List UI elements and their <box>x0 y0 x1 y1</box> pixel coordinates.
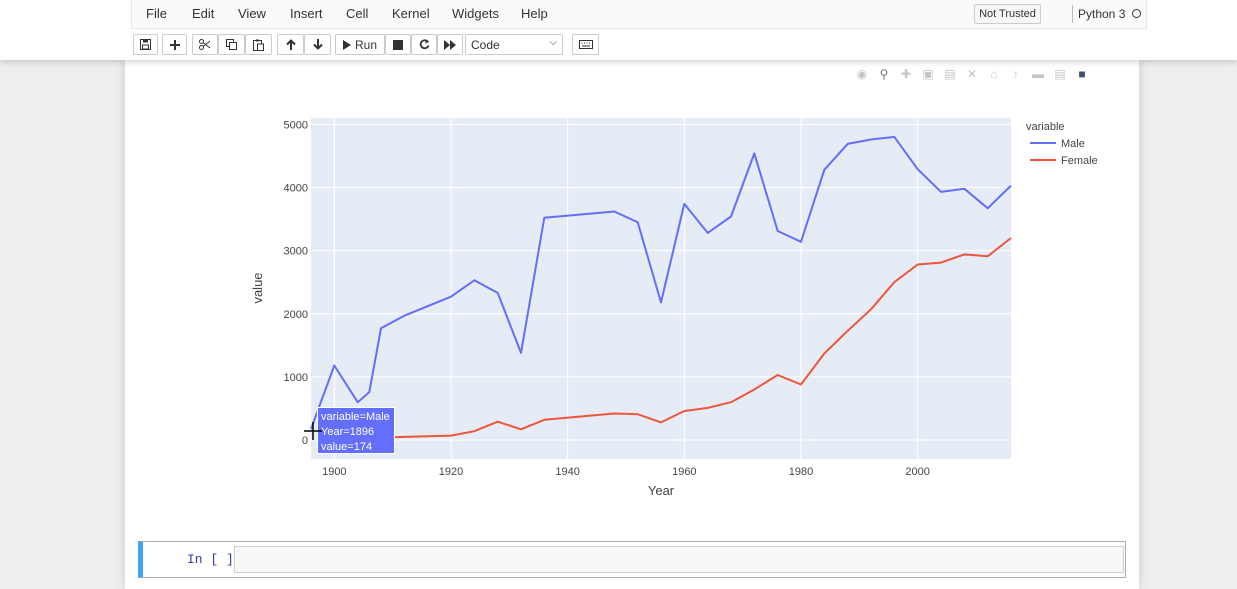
plot-area[interactable] <box>311 118 1011 459</box>
legend-title: variable <box>1026 121 1065 133</box>
hover-year: Year=1896 <box>321 426 375 438</box>
insert-cell-button[interactable] <box>162 34 187 55</box>
run-button[interactable]: Run <box>335 34 385 55</box>
hover-variable: variable=Male <box>321 411 390 423</box>
move-down-button[interactable] <box>304 34 331 55</box>
menu-view[interactable]: View <box>238 6 266 21</box>
x-tick-label: 1960 <box>672 466 696 478</box>
spike-lines-icon[interactable]: ↑ <box>1005 66 1027 82</box>
paste-icon <box>253 39 264 51</box>
fast-forward-icon <box>444 39 456 50</box>
menu-cell[interactable]: Cell <box>346 6 368 21</box>
y-tick-label: 1000 <box>284 372 308 384</box>
hover-compare-icon[interactable]: ▤ <box>1049 66 1071 82</box>
y-tick-labels: 010002000300040005000 <box>284 119 308 447</box>
reset-axes-icon[interactable]: ⌂ <box>983 66 1005 82</box>
menu-widgets[interactable]: Widgets <box>452 6 499 21</box>
menu-edit[interactable]: Edit <box>192 6 214 21</box>
plotly-logo-icon[interactable]: ■ <box>1071 66 1093 82</box>
cut-icon <box>199 39 211 50</box>
menu-kernel[interactable]: Kernel <box>392 6 430 21</box>
y-tick-label: 4000 <box>284 182 308 194</box>
cut-button[interactable] <box>192 34 218 55</box>
y-tick-label: 5000 <box>284 119 308 131</box>
x-tick-labels: 1900 1920 1940 1960 1980 2000 <box>322 466 930 478</box>
restart-button[interactable] <box>411 34 437 55</box>
run-icon <box>342 39 351 50</box>
menu-insert[interactable]: Insert <box>290 6 323 21</box>
legend-item-female[interactable]: Female <box>1030 155 1098 167</box>
menu-file[interactable]: File <box>146 6 167 21</box>
arrow-down-icon <box>312 39 323 50</box>
plot-modebar: ◉ ⚲ ✚ ▣ ▤ ✕ ⌂ ↑ ▬ ▤ ■ <box>851 66 1093 82</box>
kernel-idle-icon <box>1132 9 1141 18</box>
hover-closest-icon[interactable]: ▬ <box>1027 66 1049 82</box>
zoom-icon[interactable]: ⚲ <box>873 66 895 82</box>
paste-button[interactable] <box>245 34 272 55</box>
camera-icon[interactable]: ◉ <box>851 66 873 82</box>
arrow-up-icon <box>285 39 296 50</box>
restart-icon <box>419 39 429 50</box>
menu-help[interactable]: Help <box>521 6 548 21</box>
zoom-out-icon[interactable]: ▤ <box>939 66 961 82</box>
kernel-name: Python 3 <box>1078 7 1126 21</box>
hover-value: value=174 <box>321 441 373 453</box>
x-axis-title: Year <box>648 483 675 498</box>
x-tick-label: 1900 <box>322 466 346 478</box>
x-tick-label: 1920 <box>439 466 463 478</box>
menu-bar: File Edit View Insert Cell Kernel Widget… <box>131 0 1147 29</box>
code-input-area[interactable] <box>234 546 1124 573</box>
crosshair-cursor-icon <box>304 422 322 440</box>
kernel-separator <box>1072 5 1073 23</box>
x-tick-label: 1940 <box>555 466 579 478</box>
interrupt-button[interactable] <box>385 34 411 55</box>
x-tick-label: 1980 <box>789 466 813 478</box>
plus-icon <box>169 39 180 50</box>
run-label: Run <box>354 37 377 52</box>
pan-icon[interactable]: ✚ <box>895 66 917 82</box>
legend: variable Male Female <box>1026 121 1098 167</box>
y-axis-title: value <box>250 272 265 303</box>
run-all-button[interactable] <box>437 34 463 55</box>
command-palette-button[interactable] <box>572 34 599 55</box>
x-tick-label: 2000 <box>905 466 929 478</box>
cell-type-value: Code <box>471 38 500 52</box>
code-cell[interactable]: In [ ]: <box>138 541 1126 578</box>
y-tick-label: 3000 <box>284 246 308 258</box>
legend-label-male: Male <box>1061 138 1085 150</box>
copy-icon <box>226 39 237 50</box>
zoom-in-icon[interactable]: ▣ <box>917 66 939 82</box>
move-up-button[interactable] <box>277 34 304 55</box>
stop-icon <box>393 39 403 50</box>
save-button[interactable] <box>133 34 158 55</box>
copy-button[interactable] <box>218 34 245 55</box>
y-tick-label: 2000 <box>284 309 308 321</box>
autoscale-icon[interactable]: ✕ <box>961 66 983 82</box>
legend-label-female: Female <box>1061 155 1098 167</box>
legend-item-male[interactable]: Male <box>1030 138 1085 150</box>
chevron-down-icon: ⌵ <box>549 37 557 48</box>
notebook-header: File Edit View Insert Cell Kernel Widget… <box>0 0 1237 60</box>
not-trusted-button[interactable]: Not Trusted <box>974 4 1041 24</box>
cell-type-select[interactable]: Code ⌵ <box>465 34 563 55</box>
save-icon <box>140 39 151 50</box>
keyboard-icon <box>578 40 593 49</box>
hover-tooltip: variable=Male Year=1896 value=174 <box>317 407 395 454</box>
